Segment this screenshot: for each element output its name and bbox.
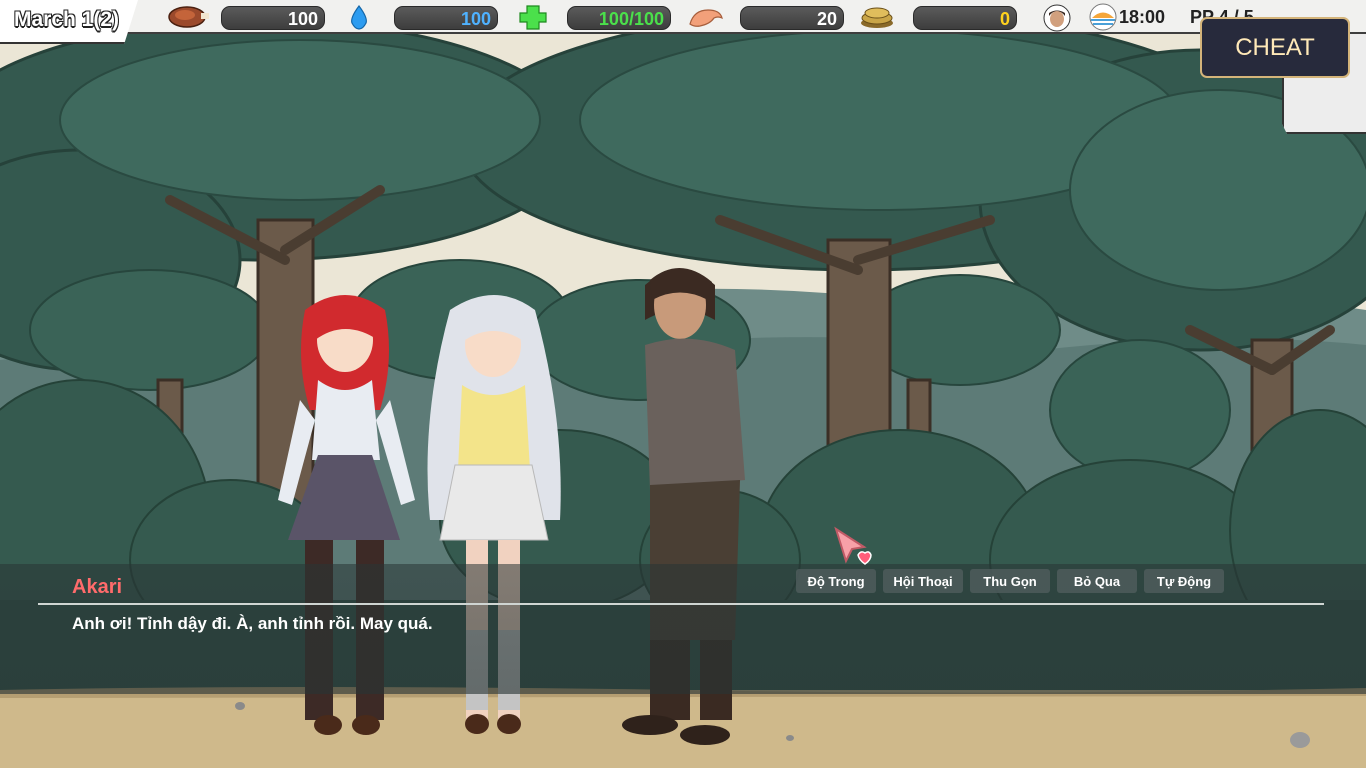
minimize-button[interactable]: Thu Gọn — [970, 569, 1050, 593]
sunset-icon — [1089, 3, 1117, 31]
health-value-box: 100/100 — [567, 6, 671, 30]
cheat-button[interactable]: CHEAT — [1200, 17, 1350, 78]
gold-value-box: 0 — [913, 6, 1017, 30]
meat-icon — [168, 6, 209, 28]
auto-button[interactable]: Tự Động — [1144, 569, 1224, 593]
food-value: 100 — [287, 9, 318, 29]
opacity-button[interactable]: Độ Trong — [796, 569, 876, 593]
food-value-box: 100 — [221, 6, 325, 30]
dialogue-log-button[interactable]: Hội Thoại — [883, 569, 963, 593]
health-value: 100/100 — [598, 9, 664, 29]
time-label: 18:00 — [1119, 7, 1166, 27]
gold-stat: 0 — [857, 4, 1019, 30]
arm-strength-icon — [689, 9, 723, 27]
strength-value-box: 20 — [740, 6, 844, 30]
water-drop-icon — [351, 4, 367, 30]
health-cross-icon — [519, 5, 547, 30]
speaker-name: Akari — [72, 576, 123, 598]
water-stat: 100 — [338, 4, 500, 30]
strength-value: 20 — [816, 9, 837, 29]
water-value: 100 — [460, 9, 491, 29]
food-stat: 100 — [165, 4, 327, 30]
portrait-icon — [1043, 4, 1071, 32]
gold-value: 0 — [999, 9, 1010, 29]
dialog-text: Anh ơi! Tỉnh dậy đi. À, anh tỉnh rồi. Ma… — [72, 614, 433, 633]
health-stat: 100/100 — [511, 4, 673, 30]
dialog-divider — [38, 603, 1324, 605]
water-value-box: 100 — [394, 6, 498, 30]
gold-coins-icon — [861, 7, 893, 28]
date-label: March 1(2) — [14, 8, 120, 31]
heart-cursor-icon — [834, 526, 872, 565]
skip-button[interactable]: Bỏ Qua — [1057, 569, 1137, 593]
strength-stat: 20 — [684, 4, 846, 30]
